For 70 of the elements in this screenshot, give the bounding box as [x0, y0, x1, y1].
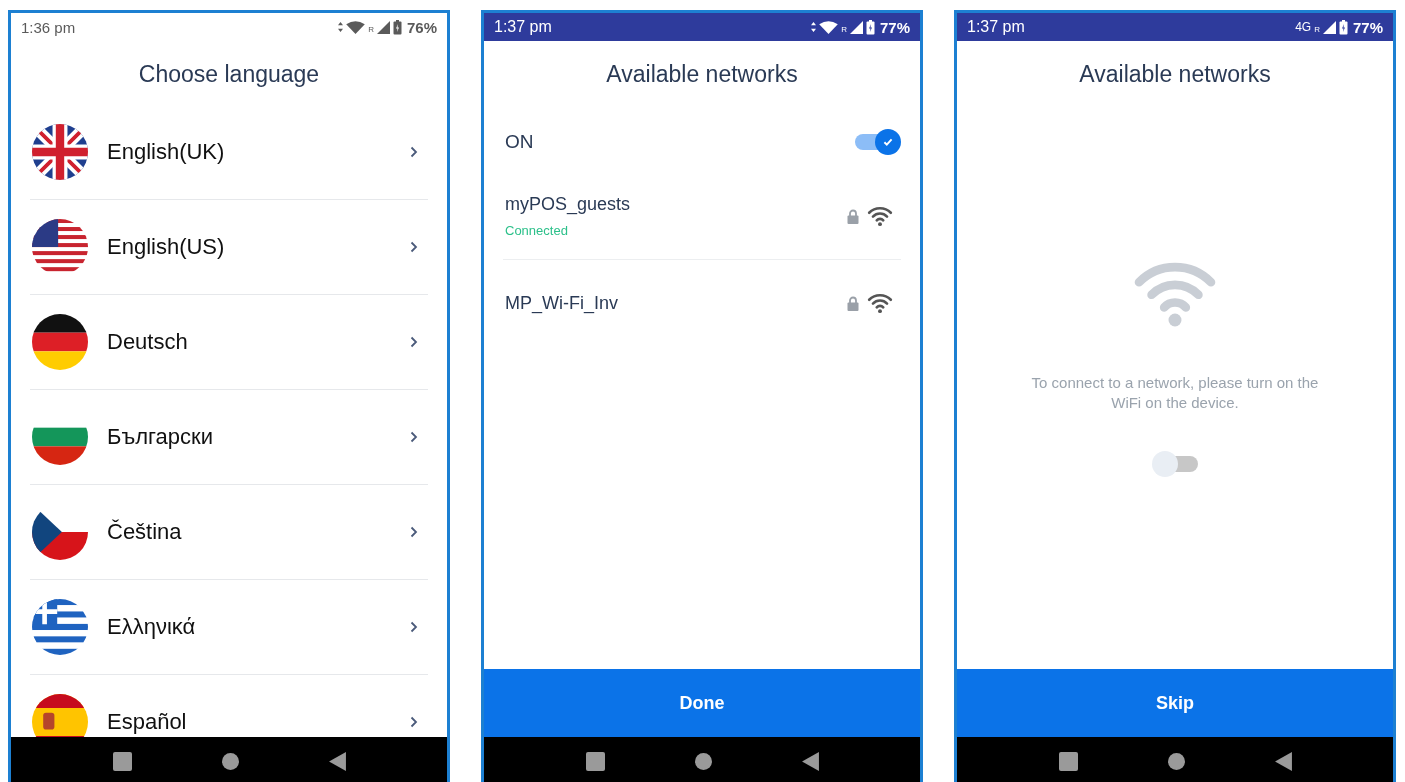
check-icon: [882, 136, 894, 148]
language-item[interactable]: English(US): [30, 200, 428, 295]
roaming-mark: R: [841, 24, 847, 34]
home-icon[interactable]: [1167, 752, 1185, 770]
roaming-mark: R: [368, 24, 374, 34]
recents-icon[interactable]: [1058, 751, 1078, 771]
signal-icon: [1322, 20, 1336, 34]
network-name: myPOS_guests: [505, 194, 632, 215]
wifi-icon: [819, 20, 839, 34]
roaming-mark: R: [1314, 24, 1320, 34]
chevron-right-icon: [410, 241, 418, 253]
language-name: English(UK): [107, 139, 226, 165]
done-button[interactable]: Done: [484, 669, 920, 737]
language-item[interactable]: Ελληνικά: [30, 580, 428, 675]
chevron-right-icon: [410, 526, 418, 538]
data-activity-icon: [811, 21, 817, 33]
recents-icon[interactable]: [585, 751, 605, 771]
language-name: Čeština: [107, 519, 183, 545]
language-name: Español: [107, 709, 188, 735]
language-item[interactable]: English(UK): [30, 105, 428, 200]
screen-title: Available networks: [1078, 61, 1272, 89]
chevron-right-icon: [410, 336, 418, 348]
back-icon[interactable]: [328, 751, 346, 771]
screen-title: Choose language: [137, 61, 321, 89]
language-name: Ελληνικά: [107, 614, 197, 640]
flag-icon: [32, 124, 88, 180]
language-name: English(US): [107, 234, 226, 260]
flag-icon: [32, 694, 88, 737]
battery-percent: 77%: [879, 18, 910, 36]
status-time: 1:36 pm: [21, 18, 76, 36]
wifi-icon: [867, 292, 893, 314]
language-name: Deutsch: [107, 329, 189, 355]
network-name: MP_Wi-Fi_Inv: [505, 292, 619, 314]
data-activity-icon: [338, 21, 344, 33]
screen-title: Available networks: [605, 61, 799, 89]
signal-icon: [376, 20, 390, 34]
chevron-right-icon: [410, 431, 418, 443]
network-item[interactable]: MP_Wi-Fi_Inv: [503, 260, 901, 346]
wifi-toggle[interactable]: [855, 129, 901, 155]
home-icon[interactable]: [694, 752, 712, 770]
network-item[interactable]: myPOS_guests Connected: [503, 173, 901, 260]
battery-icon: [1338, 19, 1348, 35]
status-time: 1:37 pm: [494, 18, 552, 36]
wifi-toggle[interactable]: [1152, 451, 1198, 477]
language-item[interactable]: Deutsch: [30, 295, 428, 390]
wifi-off-message: To connect to a network, please turn on the WiFi on the device.: [1030, 373, 1320, 413]
back-icon[interactable]: [1274, 751, 1292, 771]
battery-icon: [392, 19, 402, 35]
signal-icon: [849, 20, 863, 34]
battery-icon: [865, 19, 875, 35]
flag-icon: [32, 599, 88, 655]
language-name: Български: [107, 424, 214, 450]
back-icon[interactable]: [801, 751, 819, 771]
home-icon[interactable]: [221, 752, 239, 770]
flag-icon: [32, 314, 88, 370]
wifi-icon: [346, 20, 366, 34]
wifi-icon: [867, 205, 893, 227]
battery-percent: 77%: [1352, 18, 1383, 36]
skip-button[interactable]: Skip: [957, 669, 1393, 737]
chevron-right-icon: [410, 146, 418, 158]
network-type: 4G: [1295, 20, 1312, 34]
battery-percent: 76%: [406, 18, 437, 36]
status-time: 1:37 pm: [967, 18, 1025, 36]
connection-status: Connected: [505, 223, 569, 238]
wifi-state-label: ON: [504, 131, 534, 153]
recents-icon[interactable]: [112, 751, 132, 771]
language-item[interactable]: Български: [30, 390, 428, 485]
chevron-right-icon: [410, 621, 418, 633]
chevron-right-icon: [410, 716, 418, 728]
language-item[interactable]: Čeština: [30, 485, 428, 580]
